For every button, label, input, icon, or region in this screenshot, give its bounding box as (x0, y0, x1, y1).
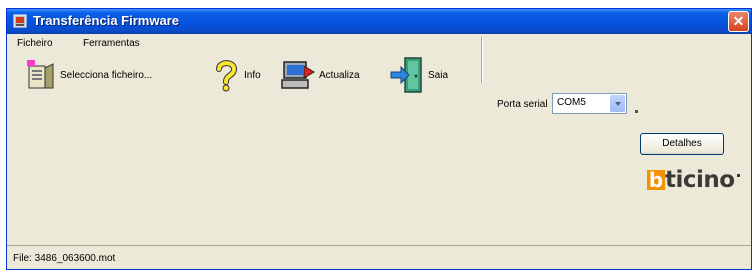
info-button[interactable]: Info (211, 55, 261, 95)
close-icon: ✕ (732, 13, 745, 29)
firmware-transfer-window: Transferência Firmware ✕ Ficheiro Ferram… (6, 8, 752, 270)
bticino-logo: b ticino (647, 166, 740, 194)
serial-port-label: Porta serial (497, 99, 548, 110)
exit-button[interactable]: Saia (389, 55, 448, 95)
menu-item-ferramentas[interactable]: Ferramentas (83, 38, 140, 49)
toolbar-grip (635, 110, 638, 113)
menu-item-ficheiro[interactable]: Ficheiro (17, 38, 53, 49)
computer-upload-icon (281, 61, 315, 89)
status-file-text: File: 3486_063600.mot (13, 253, 116, 264)
exit-label: Saia (428, 69, 449, 81)
exit-door-icon (390, 57, 422, 93)
info-label: Info (244, 69, 261, 81)
logo-dot (736, 173, 740, 177)
app-icon (13, 14, 27, 28)
open-file-icon (27, 60, 54, 89)
title-bar[interactable]: Transferência Firmware ✕ (7, 9, 751, 34)
logo-wordmark: ticino (665, 167, 735, 193)
select-file-button[interactable]: Selecciona ficheiro... (25, 55, 152, 95)
chevron-down-icon[interactable] (610, 95, 625, 112)
question-mark-icon (216, 60, 237, 92)
details-button[interactable]: Detalhes (640, 133, 724, 155)
toolbar-separator (481, 37, 483, 83)
toolbar: Selecciona ficheiro... Info Actualiza Sa… (7, 55, 751, 99)
window-title: Transferência Firmware (33, 13, 179, 28)
update-button[interactable]: Actualiza (280, 55, 360, 95)
close-button[interactable]: ✕ (728, 11, 749, 32)
menu-bar: Ficheiro Ferramentas (7, 34, 751, 54)
logo-mark: b (647, 170, 665, 190)
select-file-label: Selecciona ficheiro... (60, 69, 153, 81)
serial-port-value: COM5 (557, 97, 586, 108)
status-bar: File: 3486_063600.mot (7, 245, 751, 270)
serial-port-select[interactable]: COM5 (552, 93, 627, 114)
update-label: Actualiza (319, 69, 360, 81)
